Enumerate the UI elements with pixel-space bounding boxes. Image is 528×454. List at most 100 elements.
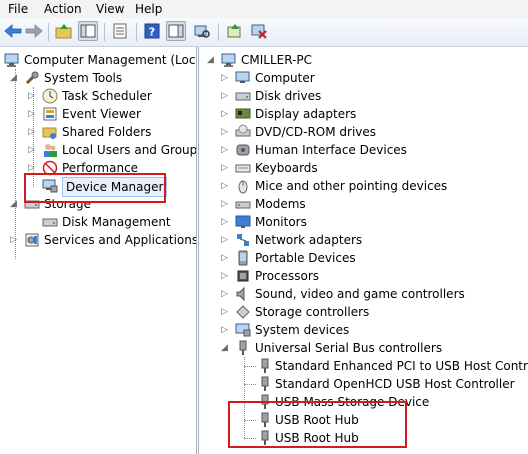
usb-icon (257, 376, 273, 392)
tree-label: System devices (255, 323, 350, 337)
menu-bar: File Action View Help (0, 0, 528, 18)
portable-device-icon (235, 250, 251, 266)
display-adapter-icon (235, 106, 251, 122)
expand-arrow-icon[interactable]: ▷ (221, 231, 231, 249)
update-driver-button[interactable] (225, 21, 245, 41)
tree-connector (244, 384, 256, 385)
tree-label: Human Interface Devices (255, 143, 407, 157)
tree-label: Network adapters (255, 233, 363, 247)
collapse-arrow-icon[interactable]: ◢ (10, 195, 20, 213)
tree-label: Monitors (255, 215, 307, 229)
expand-arrow-icon[interactable]: ▷ (10, 231, 20, 249)
tree-label: Mice and other pointing devices (255, 179, 448, 193)
users-icon (42, 142, 58, 158)
shared-folder-icon (42, 124, 58, 140)
usb-root-hub-highlight (228, 401, 407, 448)
uninstall-button[interactable] (249, 21, 269, 41)
keyboard-icon (235, 160, 251, 176)
expand-arrow-icon[interactable]: ▷ (28, 87, 38, 105)
expand-arrow-icon[interactable]: ▷ (221, 87, 231, 105)
expand-arrow-icon[interactable]: ▷ (221, 177, 231, 195)
menu-view[interactable]: View (94, 2, 126, 16)
menu-action[interactable]: Action (42, 2, 84, 16)
tree-label: Universal Serial Bus controllers (255, 341, 443, 355)
services-icon (24, 232, 40, 248)
uninstall-icon (251, 24, 267, 39)
usb-icon (257, 358, 273, 374)
collapse-arrow-icon[interactable]: ◢ (221, 339, 231, 357)
expand-arrow-icon[interactable]: ▷ (28, 105, 38, 123)
sound-icon (235, 286, 251, 302)
forward-button[interactable] (24, 21, 44, 41)
expand-arrow-icon[interactable]: ▷ (221, 195, 231, 213)
tree-label: Shared Folders (62, 125, 152, 139)
tree-label: Keyboards (255, 161, 318, 175)
expand-arrow-icon[interactable]: ▷ (28, 141, 38, 159)
help-icon: ? (144, 23, 160, 39)
computer-icon (221, 52, 237, 68)
event-viewer-icon (42, 106, 58, 122)
toolbar: ? (0, 18, 528, 47)
tree-label: Computer Management (Local (24, 53, 197, 67)
device-tree-pane: ◢ CMILLER-PC ▷ Computer ▷ Disk drives ▷ Displ… (198, 47, 528, 454)
tree-node-computer-management[interactable]: Computer Management (Local (2, 51, 196, 69)
expand-arrow-icon[interactable]: ▷ (221, 159, 231, 177)
tree-label: Processors (255, 269, 320, 283)
tree-label: Computer (255, 71, 315, 85)
tree-label: Standard Enhanced PCI to USB Host Contro… (275, 359, 528, 373)
help-button[interactable]: ? (142, 21, 162, 41)
console-tree-icon (168, 24, 184, 38)
expand-arrow-icon[interactable]: ▷ (28, 123, 38, 141)
show-hide-tree-button[interactable] (78, 21, 98, 41)
clock-icon (42, 88, 58, 104)
tree-label: CMILLER-PC (241, 53, 313, 67)
tree-label: Sound, video and game controllers (255, 287, 465, 301)
disk-management-icon (42, 214, 58, 230)
menu-file[interactable]: File (6, 2, 30, 16)
scan-hardware-button[interactable] (192, 21, 212, 41)
tree-label: System Tools (44, 71, 123, 85)
collapse-arrow-icon[interactable]: ◢ (10, 69, 20, 87)
tree-label: Standard OpenHCD USB Host Controller (275, 377, 515, 391)
tree-label: Modems (255, 197, 306, 211)
monitor-icon (235, 214, 251, 230)
expand-arrow-icon[interactable]: ▷ (221, 303, 231, 321)
computer-management-icon (4, 52, 20, 68)
expand-arrow-icon[interactable]: ▷ (221, 141, 231, 159)
back-icon (4, 24, 22, 38)
update-driver-icon (227, 24, 241, 38)
expand-arrow-icon[interactable]: ▷ (221, 123, 231, 141)
expand-arrow-icon[interactable]: ▷ (221, 249, 231, 267)
mouse-icon (235, 178, 251, 194)
back-button[interactable] (3, 21, 23, 41)
tree-label: DVD/CD-ROM drives (255, 125, 377, 139)
up-folder-icon (55, 24, 72, 39)
modem-icon (235, 196, 251, 212)
console-tree-pane: Computer Management (Local ◢ System Tool… (0, 47, 197, 454)
expand-arrow-icon[interactable]: ▷ (221, 105, 231, 123)
properties-icon (113, 23, 127, 39)
tree-label: Services and Applications (44, 233, 197, 247)
network-adapter-icon (235, 232, 251, 248)
usb-icon (235, 340, 251, 356)
forward-icon (25, 24, 43, 38)
expand-arrow-icon[interactable]: ▷ (221, 321, 231, 339)
expand-arrow-icon[interactable]: ▷ (221, 267, 231, 285)
up-folder-button[interactable] (54, 21, 74, 41)
hid-icon (235, 142, 251, 158)
console-tree-button[interactable] (166, 21, 186, 41)
menu-help[interactable]: Help (133, 2, 164, 16)
tree-label: Storage controllers (255, 305, 370, 319)
tree-label: Event Viewer (62, 107, 141, 121)
scan-hardware-icon (194, 25, 210, 38)
expand-arrow-icon[interactable]: ▷ (221, 213, 231, 231)
expand-arrow-icon[interactable]: ▷ (221, 69, 231, 87)
show-hide-tree-icon (80, 24, 96, 38)
properties-button[interactable] (110, 21, 130, 41)
tree-connector (244, 366, 256, 367)
computer-icon (235, 70, 251, 86)
tree-label: Disk Management (62, 215, 171, 229)
expand-arrow-icon[interactable]: ▷ (221, 285, 231, 303)
dvd-drive-icon (235, 124, 251, 140)
collapse-arrow-icon[interactable]: ◢ (207, 51, 217, 69)
